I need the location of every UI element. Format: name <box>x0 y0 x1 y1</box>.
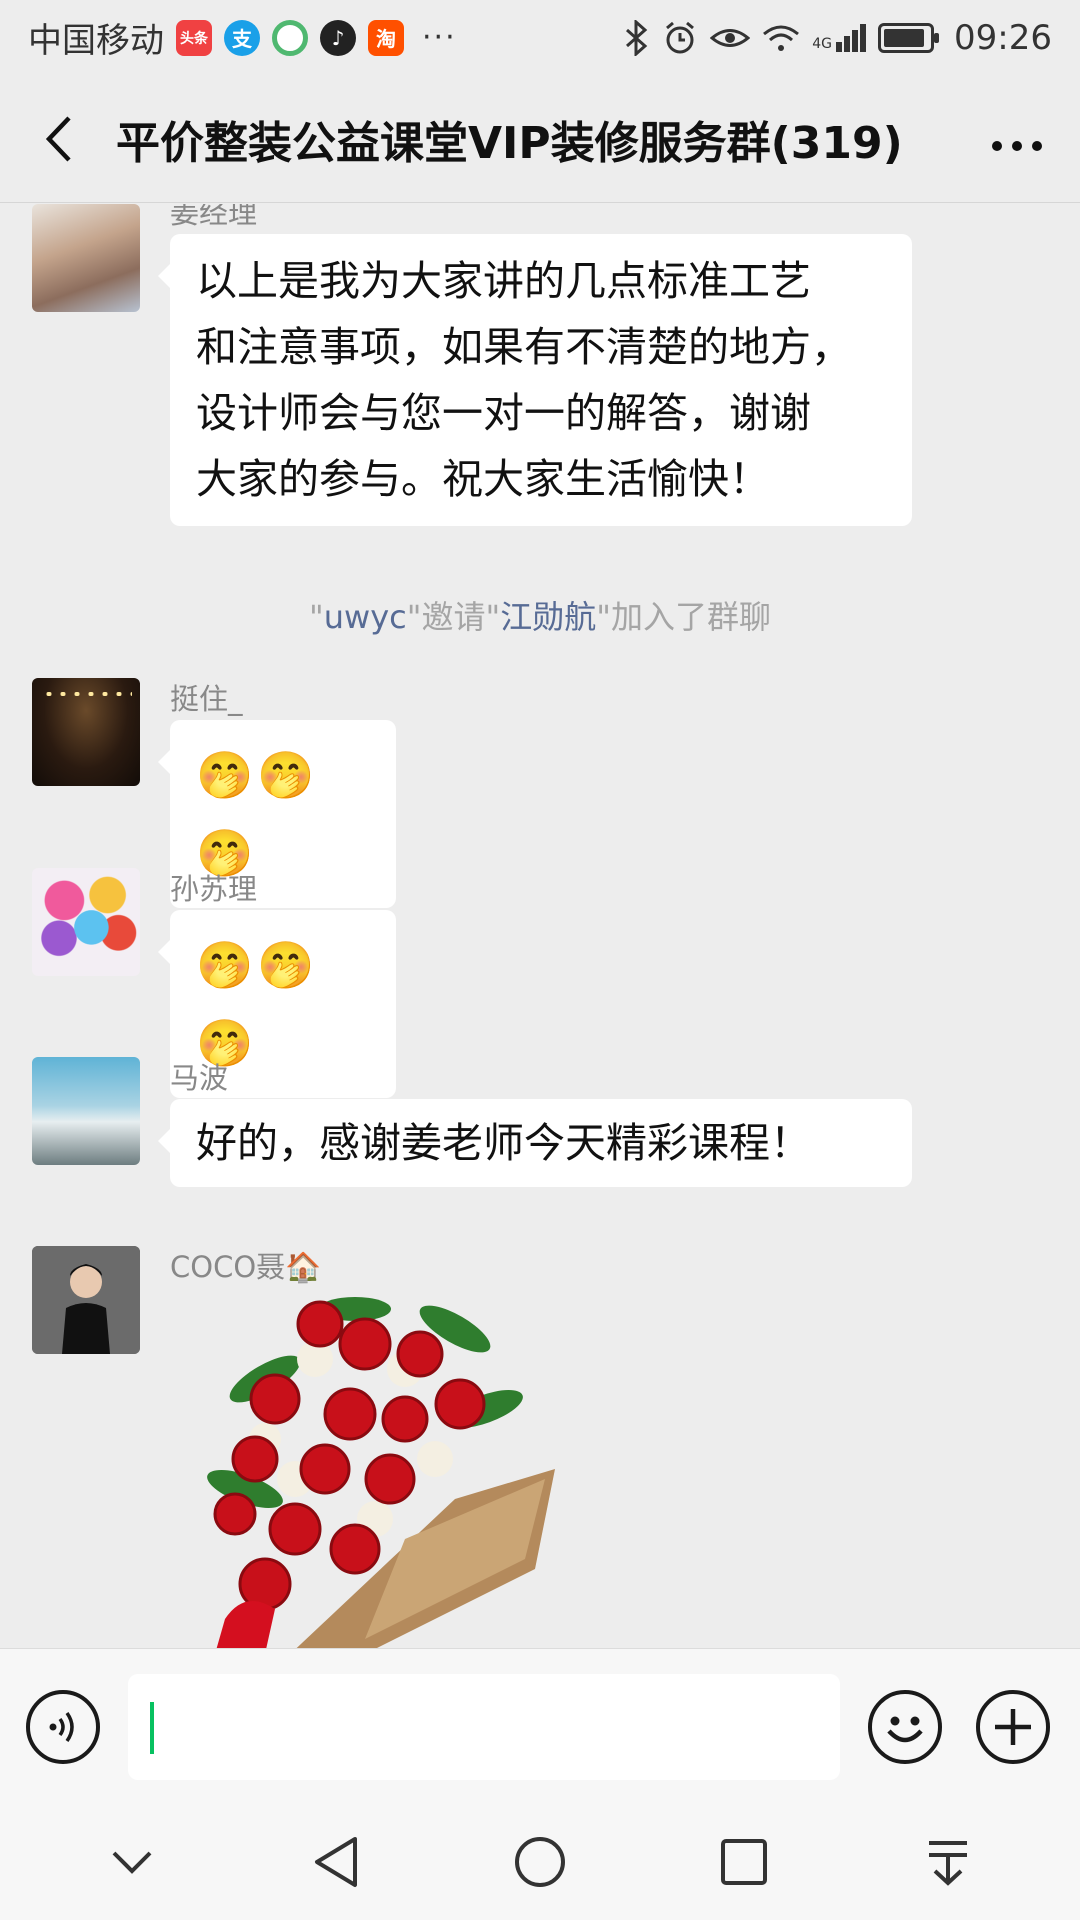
circle-home-icon <box>515 1837 565 1887</box>
bluetooth-icon <box>626 19 648 56</box>
message-body: 马波 好的，感谢姜老师今天精彩课程！ <box>158 1057 912 1187</box>
toutiao-app-icon: 头条 <box>176 19 212 56</box>
recents-nav-button[interactable] <box>704 1822 784 1902</box>
home-nav-button[interactable] <box>500 1822 580 1902</box>
status-right: 4G 09:26 <box>624 18 1052 58</box>
system-notice: "uwyc"邀请"江勋航"加入了群聊 <box>0 592 1080 638</box>
signal-icon: 4G <box>812 23 867 52</box>
back-button[interactable] <box>28 109 88 169</box>
avatar[interactable] <box>32 204 140 312</box>
message-line: 大家的参与。祝大家生活愉快！ <box>196 455 770 503</box>
inviter-name[interactable]: uwyc <box>324 598 407 636</box>
system-text: "邀请" <box>406 598 501 636</box>
carrier-label: 中国移动 <box>28 21 164 61</box>
system-quote: " <box>309 598 324 636</box>
status-left: 中国移动 头条 支 ♪ 淘 ··· <box>28 13 457 62</box>
emoji-button[interactable] <box>868 1689 942 1764</box>
voice-icon <box>49 1711 74 1742</box>
system-text: "加入了群聊 <box>596 598 771 636</box>
invitee-name[interactable]: 江勋航 <box>500 598 596 636</box>
chevron-down-icon <box>112 1851 152 1874</box>
sender-name: 挺住_ <box>170 682 243 716</box>
person-photo <box>32 1246 140 1354</box>
message-ma: 马波 好的，感谢姜老师今天精彩课程！ <box>32 1057 912 1187</box>
alarm-icon <box>666 21 695 53</box>
eye-comfort-icon <box>710 28 751 47</box>
system-nav-bar <box>0 1804 1080 1920</box>
chevron-left-icon <box>45 115 71 162</box>
notification-pull-button[interactable] <box>908 1822 988 1902</box>
chat-header: 平价整装公益课堂VIP装修服务群(319) <box>0 75 1080 203</box>
pull-down-icon <box>929 1841 967 1886</box>
taobao-app-icon: 淘 <box>368 19 404 56</box>
more-dots-icon <box>992 140 1042 151</box>
sender-name: 孙苏理 <box>170 872 258 906</box>
message-bubble[interactable]: 以上是我为大家讲的几点标准工艺 和注意事项，如果有不清楚的地方， 设计师会与您一… <box>158 234 912 526</box>
avatar[interactable] <box>32 868 140 976</box>
plus-icon <box>995 1708 1031 1745</box>
more-notifications-icon: ··· <box>422 20 457 55</box>
sender-name: 姜经理 <box>170 204 258 230</box>
square-recents-icon <box>721 1839 767 1885</box>
more-functions-button[interactable] <box>976 1689 1050 1764</box>
tiktok-app-icon: ♪ <box>320 19 356 56</box>
text-caret <box>150 1701 154 1754</box>
more-options-button[interactable] <box>982 116 1052 162</box>
hide-nav-button[interactable] <box>92 1822 172 1902</box>
triangle-back-icon <box>315 1837 357 1887</box>
clock: 09:26 <box>954 17 1052 58</box>
message-input[interactable] <box>128 1673 840 1780</box>
voice-button[interactable] <box>26 1689 100 1764</box>
status-bar: 中国移动 头条 支 ♪ 淘 ··· 4G 09:26 <box>0 0 1080 75</box>
smiley-icon <box>887 1716 923 1742</box>
avatar[interactable] <box>32 1246 140 1354</box>
message-jiang: 姜经理 以上是我为大家讲的几点标准工艺 和注意事项，如果有不清楚的地方， 设计师… <box>32 204 912 526</box>
avatar[interactable] <box>32 678 140 786</box>
alipay-app-icon: 支 <box>224 19 260 56</box>
network-type-label: 4G <box>812 35 833 52</box>
message-line: 和注意事项，如果有不清楚的地方， <box>196 323 852 371</box>
group-title: 平价整装公益课堂VIP装修服务群(319) <box>116 117 903 169</box>
chat-area[interactable]: 姜经理 以上是我为大家讲的几点标准工艺 和注意事项，如果有不清楚的地方， 设计师… <box>0 204 1080 1648</box>
app-circle-icon <box>272 19 308 56</box>
message-line: 以上是我为大家讲的几点标准工艺 <box>196 257 811 305</box>
sender-name: COCO聂🏠 <box>170 1250 322 1284</box>
rose-bouquet-sticker[interactable] <box>205 1289 565 1648</box>
sender-name: 马波 <box>170 1061 229 1095</box>
message-body: 姜经理 以上是我为大家讲的几点标准工艺 和注意事项，如果有不清楚的地方， 设计师… <box>158 204 912 526</box>
battery-icon <box>878 22 940 53</box>
avatar[interactable] <box>32 1057 140 1165</box>
back-nav-button[interactable] <box>296 1822 376 1902</box>
message-line: 设计师会与您一对一的解答，谢谢 <box>196 389 811 437</box>
wifi-icon <box>763 25 800 51</box>
input-bar <box>0 1648 1080 1804</box>
message-bubble[interactable]: 好的，感谢姜老师今天精彩课程！ <box>158 1099 912 1187</box>
